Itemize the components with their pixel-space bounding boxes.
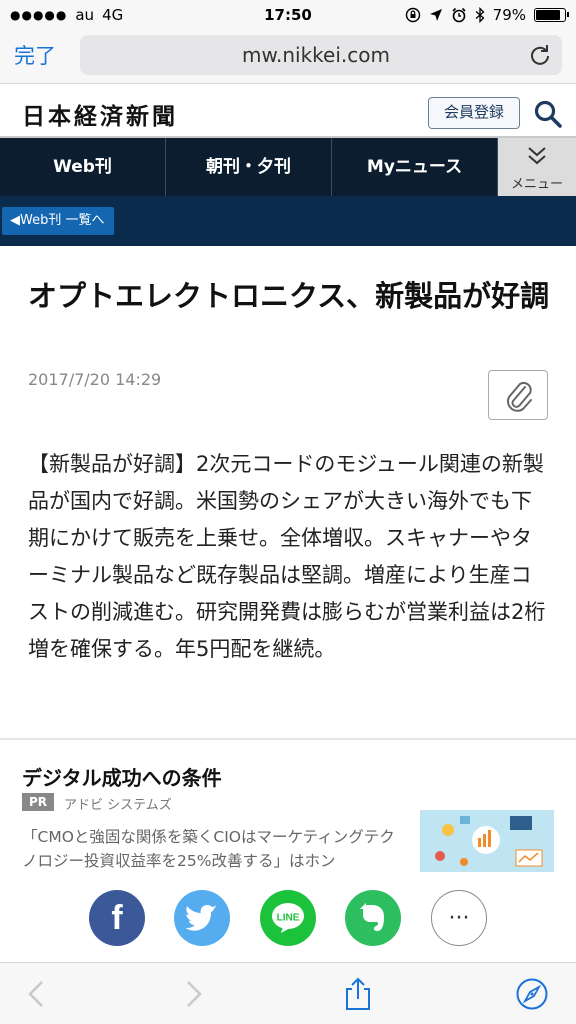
reload-icon[interactable]	[526, 41, 554, 69]
facebook-share-button[interactable]: f	[89, 890, 145, 946]
facebook-icon: f	[111, 898, 123, 937]
share-bar: f LINE ···	[0, 872, 576, 962]
more-icon: ···	[448, 905, 470, 931]
evernote-share-button[interactable]	[345, 890, 401, 946]
forward-arrow-icon[interactable]	[176, 977, 210, 1011]
search-icon[interactable]	[533, 99, 563, 129]
status-bar: ●●●●● au 4G 17:50 79%	[0, 0, 576, 30]
menu-button[interactable]: メニュー	[498, 138, 576, 196]
battery-percent: 79%	[492, 6, 526, 24]
alarm-icon	[452, 7, 466, 23]
twitter-share-button[interactable]	[174, 890, 230, 946]
ad-illustration	[420, 810, 554, 874]
ad-title[interactable]: デジタル成功への条件	[22, 762, 222, 791]
status-right: 79%	[405, 6, 569, 24]
share-icon[interactable]	[341, 977, 375, 1011]
bluetooth-icon	[475, 7, 485, 23]
line-share-button[interactable]: LINE	[260, 890, 316, 946]
line-icon: LINE	[272, 903, 304, 933]
back-to-list-button[interactable]: ◀Web刊 一覧へ	[2, 207, 115, 235]
article-headline: オプトエレクトロニクス、新製品が好調	[28, 279, 550, 313]
breadcrumb-bar: ◀Web刊 一覧へ	[0, 196, 576, 246]
divider	[0, 738, 576, 740]
ad-text[interactable]: 「CMOと強固な関係を築くCIOはマーケティングテクノロジー投資収益率を25%改…	[22, 825, 407, 875]
tab-web[interactable]: Web刊	[0, 138, 166, 196]
url-text: mw.nikkei.com	[242, 43, 390, 67]
address-field[interactable]: mw.nikkei.com	[80, 35, 562, 75]
ad-advertiser: アドビ システムズ	[64, 798, 172, 813]
battery-icon	[534, 8, 569, 22]
site-header: 日本経済新聞 会員登録	[0, 84, 576, 138]
twitter-icon	[185, 904, 217, 931]
rotation-lock-icon	[405, 7, 420, 23]
ad-image[interactable]	[420, 810, 554, 874]
chevron-down-icon	[528, 147, 546, 165]
register-button[interactable]: 会員登録	[428, 97, 520, 129]
browser-toolbar	[0, 962, 576, 1024]
pr-badge: PR	[22, 793, 54, 811]
menu-label: メニュー	[510, 177, 563, 192]
tab-morning-evening[interactable]: 朝刊・夕刊	[166, 138, 332, 196]
main-nav: Web刊 朝刊・夕刊 Myニュース メニュー	[0, 138, 576, 196]
line-icon-label: LINE	[277, 913, 300, 924]
article-date: 2017/7/20 14:29	[28, 370, 162, 389]
compass-icon[interactable]	[515, 977, 549, 1011]
paperclip-icon	[507, 381, 532, 412]
article-body: 【新製品が好調】2次元コードのモジュール関連の新製品が国内で好調。米国勢のシェア…	[28, 452, 546, 661]
done-button[interactable]: 完了	[14, 40, 56, 70]
evernote-icon	[360, 903, 384, 931]
triangle-left-icon: ◀	[10, 213, 20, 228]
back-to-list-label: Web刊 一覧へ	[20, 213, 105, 228]
tab-my-news[interactable]: Myニュース	[332, 138, 498, 196]
location-icon	[429, 9, 442, 21]
nikkei-logo[interactable]: 日本経済新聞	[22, 97, 178, 131]
more-share-button[interactable]: ···	[431, 890, 487, 946]
clip-button[interactable]	[488, 370, 548, 420]
browser-url-bar: 完了 mw.nikkei.com	[0, 30, 576, 84]
back-arrow-icon[interactable]	[20, 977, 54, 1011]
